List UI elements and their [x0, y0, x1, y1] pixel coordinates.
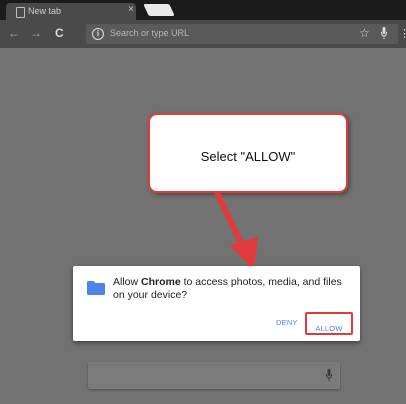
allow-button[interactable]: ALLOW: [305, 312, 353, 335]
back-arrow-icon[interactable]: ←: [8, 26, 20, 40]
tab-new-tab[interactable]: New tab ×: [6, 3, 136, 20]
browser-window: New tab × ← → C i Search or type URL ☆ ⋮: [0, 0, 406, 404]
permission-dialog: Allow Chrome to access photos, media, an…: [73, 266, 360, 341]
folder-icon: [87, 281, 105, 295]
app-name: Chrome: [141, 276, 181, 288]
tab-strip: New tab ×: [0, 0, 406, 20]
mic-icon[interactable]: [381, 27, 387, 40]
message-text: Allow: [113, 276, 142, 288]
page-icon: [16, 7, 25, 18]
reload-icon[interactable]: C: [55, 26, 64, 40]
page-search-box[interactable]: [88, 362, 340, 389]
new-tab-button[interactable]: [143, 4, 175, 16]
mic-icon[interactable]: [326, 369, 332, 382]
info-icon[interactable]: i: [92, 28, 104, 40]
toolbar: ← → C i Search or type URL ☆ ⋮: [0, 20, 406, 48]
instruction-callout: Select "ALLOW": [148, 113, 348, 193]
red-arrow-icon: [215, 192, 258, 271]
address-bar[interactable]: i Search or type URL ☆ ⋮: [86, 24, 406, 44]
star-icon[interactable]: ☆: [359, 26, 370, 40]
callout-text: Select "ALLOW": [200, 149, 296, 164]
deny-button[interactable]: DENY: [276, 318, 298, 327]
page-content: [0, 48, 406, 404]
dialog-message: Allow Chrome to access photos, media, an…: [113, 276, 351, 302]
forward-arrow-icon[interactable]: →: [30, 26, 42, 40]
allow-button-label: ALLOW: [315, 324, 343, 333]
search-input[interactable]: Search or type URL: [110, 28, 189, 38]
menu-icon[interactable]: ⋮: [399, 27, 406, 40]
tab-title: New tab: [28, 6, 62, 16]
close-icon[interactable]: ×: [128, 5, 134, 15]
